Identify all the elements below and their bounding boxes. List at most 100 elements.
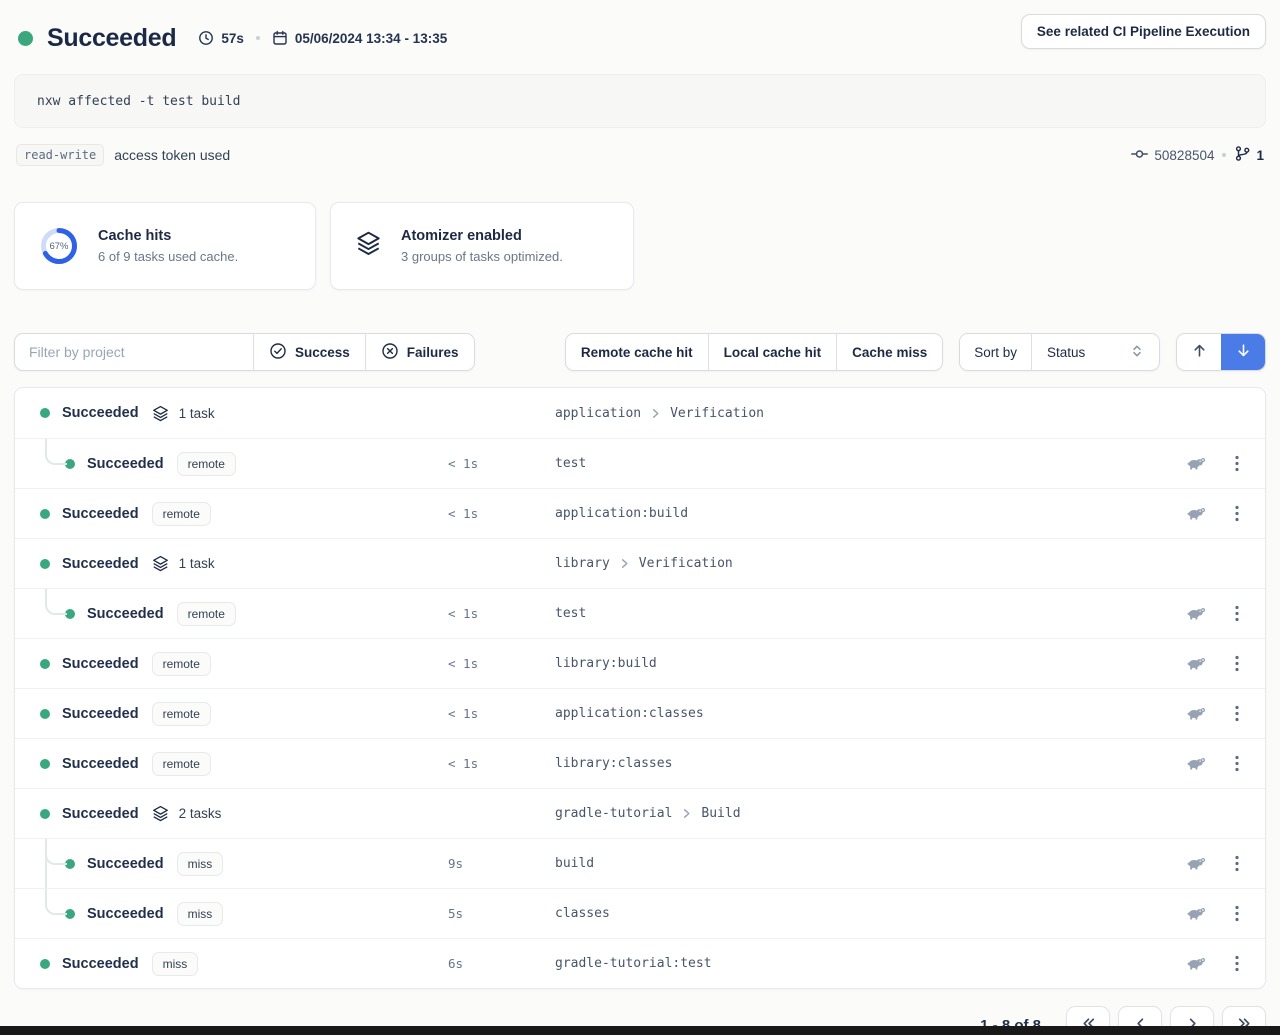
task-duration: < 1s xyxy=(448,756,555,771)
task-name-cell: gradle-tutorial:test xyxy=(555,956,1173,971)
kebab-menu-icon[interactable] xyxy=(1231,601,1243,626)
cache-hits-card[interactable]: 67% Cache hits 6 of 9 tasks used cache. xyxy=(14,202,316,290)
failures-filter-button[interactable]: Failures xyxy=(365,334,474,370)
layers-icon xyxy=(151,804,170,823)
status-dot-icon xyxy=(40,559,50,569)
task-name: test xyxy=(555,456,586,471)
task-group-row[interactable]: Succeeded 1 task application Verificatio… xyxy=(15,388,1265,438)
status-dot-icon xyxy=(40,759,50,769)
arrow-up-icon xyxy=(1191,342,1208,362)
task-row[interactable]: Succeeded miss 6s gradle-tutorial:test xyxy=(15,938,1265,988)
gradle-elephant-icon[interactable] xyxy=(1183,702,1210,725)
commit-link[interactable]: 50828504 xyxy=(1131,146,1214,165)
kebab-menu-icon[interactable] xyxy=(1231,851,1243,876)
kebab-menu-icon[interactable] xyxy=(1231,901,1243,926)
row-status-label: Succeeded xyxy=(87,906,164,922)
task-duration: < 1s xyxy=(448,506,555,521)
remote-cache-hit-button[interactable]: Remote cache hit xyxy=(566,334,708,370)
success-filter-label: Success xyxy=(295,345,350,360)
branch-link[interactable]: 1 xyxy=(1234,145,1264,165)
kebab-menu-icon[interactable] xyxy=(1231,651,1243,676)
gradle-elephant-icon[interactable] xyxy=(1183,952,1210,975)
row-menu-cell xyxy=(1219,901,1255,926)
task-row[interactable]: Succeeded remote < 1s application:build xyxy=(15,488,1265,538)
cache-badge: miss xyxy=(152,952,199,976)
cache-miss-button[interactable]: Cache miss xyxy=(836,334,942,370)
row-status-label: Succeeded xyxy=(62,756,139,772)
git-branch-icon xyxy=(1234,145,1251,165)
task-status-cell: Succeeded remote xyxy=(40,652,448,676)
sort-select[interactable]: Status xyxy=(1031,334,1159,370)
target-name: Verification xyxy=(639,556,733,571)
task-name: test xyxy=(555,606,586,621)
tree-elbow xyxy=(45,889,67,915)
task-count: 1 task xyxy=(179,406,215,421)
task-status-cell: Succeeded remote xyxy=(40,502,448,526)
layers-icon xyxy=(151,404,170,423)
task-row[interactable]: Succeeded remote < 1s test xyxy=(15,438,1265,488)
runner-cell xyxy=(1173,452,1219,475)
clock-icon xyxy=(198,30,214,46)
project-name: library xyxy=(555,556,610,571)
gradle-elephant-icon[interactable] xyxy=(1183,902,1210,925)
row-status-label: Succeeded xyxy=(62,656,139,672)
gradle-elephant-icon[interactable] xyxy=(1183,502,1210,525)
runner-cell xyxy=(1173,852,1219,875)
task-group-row[interactable]: Succeeded 2 tasks gradle-tutorial Build xyxy=(15,788,1265,838)
row-menu-cell xyxy=(1219,501,1255,526)
task-name: build xyxy=(555,856,594,871)
kebab-menu-icon[interactable] xyxy=(1231,751,1243,776)
status-dot-icon xyxy=(40,408,50,418)
task-row[interactable]: Succeeded remote < 1s application:classe… xyxy=(15,688,1265,738)
sort-selected-value: Status xyxy=(1047,345,1085,360)
see-related-ci-pipeline-button[interactable]: See related CI Pipeline Execution xyxy=(1021,14,1266,49)
task-name: library:classes xyxy=(555,756,672,771)
task-status-cell: Succeeded remote xyxy=(40,752,448,776)
gradle-elephant-icon[interactable] xyxy=(1183,852,1210,875)
x-circle-icon xyxy=(381,342,399,363)
task-count: 1 task xyxy=(179,556,215,571)
calendar-icon xyxy=(272,30,288,46)
sort-ascending-button[interactable] xyxy=(1177,334,1221,370)
run-duration-label: 57s xyxy=(221,31,244,46)
kebab-menu-icon[interactable] xyxy=(1231,451,1243,476)
kebab-menu-icon[interactable] xyxy=(1231,701,1243,726)
cache-card-subtitle: 6 of 9 tasks used cache. xyxy=(98,249,238,264)
kebab-menu-icon[interactable] xyxy=(1231,951,1243,976)
run-dates-label: 05/06/2024 13:34 - 13:35 xyxy=(295,31,447,46)
group-status-cell: Succeeded 1 task xyxy=(40,554,448,573)
chevron-right-icon xyxy=(681,808,692,819)
project-name: gradle-tutorial xyxy=(555,806,672,821)
project-name: application xyxy=(555,406,641,421)
atomizer-card[interactable]: Atomizer enabled 3 groups of tasks optim… xyxy=(330,202,634,290)
status-dot-icon xyxy=(40,709,50,719)
commit-id: 50828504 xyxy=(1154,148,1214,163)
task-row[interactable]: Succeeded miss 5s classes xyxy=(15,888,1265,938)
success-filter-button[interactable]: Success xyxy=(253,334,365,370)
status-dot-icon xyxy=(40,509,50,519)
sort-descending-button[interactable] xyxy=(1221,334,1265,370)
cache-badge: miss xyxy=(177,852,224,876)
gradle-elephant-icon[interactable] xyxy=(1183,452,1210,475)
summary-cards: 67% Cache hits 6 of 9 tasks used cache. … xyxy=(14,202,1266,290)
runner-cell xyxy=(1173,752,1219,775)
task-row[interactable]: Succeeded remote < 1s test xyxy=(15,588,1265,638)
kebab-menu-icon[interactable] xyxy=(1231,501,1243,526)
gradle-elephant-icon[interactable] xyxy=(1183,602,1210,625)
task-status-cell: Succeeded miss xyxy=(40,952,448,976)
row-menu-cell xyxy=(1219,601,1255,626)
filter-by-project-input[interactable] xyxy=(15,334,253,370)
task-status-cell: Succeeded miss xyxy=(40,852,448,876)
task-duration: < 1s xyxy=(448,606,555,621)
task-row[interactable]: Succeeded remote < 1s library:classes xyxy=(15,738,1265,788)
task-status-cell: Succeeded remote xyxy=(40,452,448,476)
task-duration: < 1s xyxy=(448,456,555,471)
failures-filter-label: Failures xyxy=(407,345,459,360)
gradle-elephant-icon[interactable] xyxy=(1183,652,1210,675)
task-name-cell: application:classes xyxy=(555,706,1173,721)
local-cache-hit-button[interactable]: Local cache hit xyxy=(708,334,837,370)
task-group-row[interactable]: Succeeded 1 task library Verification xyxy=(15,538,1265,588)
gradle-elephant-icon[interactable] xyxy=(1183,752,1210,775)
task-row[interactable]: Succeeded miss 9s build xyxy=(15,838,1265,888)
task-row[interactable]: Succeeded remote < 1s library:build xyxy=(15,638,1265,688)
